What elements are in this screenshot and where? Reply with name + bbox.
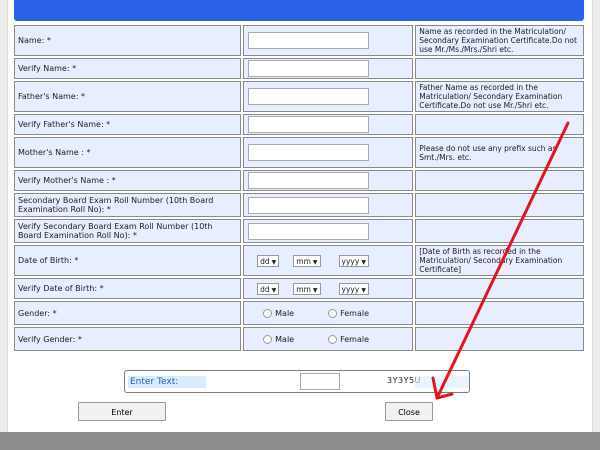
- red-annotation-arrow: [431, 121, 570, 400]
- arrow-shaft: [435, 121, 570, 400]
- window-bottom-bar: [0, 432, 600, 450]
